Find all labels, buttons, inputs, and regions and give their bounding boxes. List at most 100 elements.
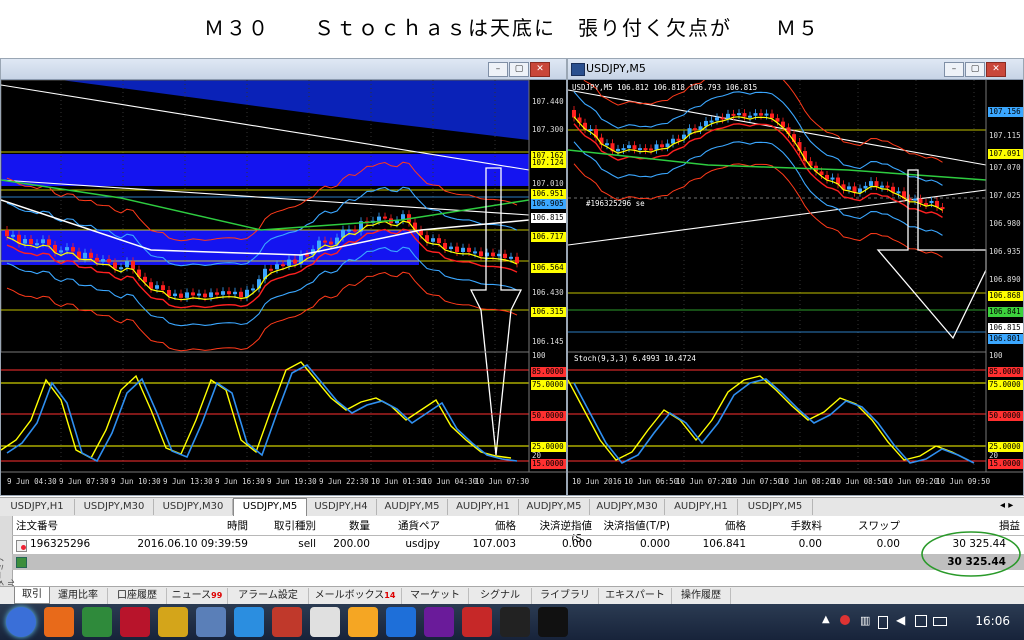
column-header[interactable]: スワップ <box>830 518 900 533</box>
price-label: 107.124 <box>531 158 566 168</box>
column-header[interactable]: 通貨ペア <box>390 518 440 533</box>
candle <box>23 239 27 244</box>
price-chart[interactable] <box>1 80 566 495</box>
chart-tab[interactable]: AUDJPY,M5 <box>377 499 448 515</box>
close-button[interactable]: ✕ <box>986 62 1006 77</box>
maximize-button[interactable]: ▢ <box>509 62 529 77</box>
window-titlebar[interactable]: USDJPY,M5 – ▢ ✕ <box>568 59 1023 80</box>
minimize-button[interactable]: – <box>488 62 508 77</box>
candle <box>65 247 69 251</box>
price-label: 106.815 <box>531 213 566 223</box>
balance-icon <box>16 557 27 568</box>
flag-icon[interactable] <box>840 615 850 625</box>
time-label: 10 Jun 2016 <box>572 477 622 486</box>
volume-icon[interactable]: ◀ <box>896 613 905 627</box>
candle <box>59 250 63 253</box>
candle <box>173 293 177 296</box>
terminal-tab[interactable]: 運用比率 <box>49 588 108 604</box>
time-label: 9 Jun 13:30 <box>163 477 213 486</box>
price-label: 106.815 <box>988 323 1023 333</box>
candle <box>880 185 884 188</box>
app-spectrum-icon[interactable] <box>424 607 454 637</box>
chart-window-usdjpy-m30[interactable]: – ▢ ✕ 107.440 107.300 107.162 107.124 107.01… <box>0 58 567 496</box>
maximize-button[interactable]: ▢ <box>965 62 985 77</box>
chart-window-usdjpy-m5[interactable]: USDJPY,M5 – ▢ ✕ USDJPY,M5 106.812 106.81… <box>567 58 1024 496</box>
clock[interactable]: 16:06 <box>975 614 1010 628</box>
order-commission: 0.00 <box>798 538 822 550</box>
terminal-tab[interactable]: 操作履歴 <box>672 588 731 604</box>
chart-tab[interactable]: AUDJPY,M5 <box>519 499 590 515</box>
chart-tab[interactable]: USDJPY,M30 <box>154 499 233 515</box>
order-type: sell <box>298 538 316 550</box>
column-header[interactable]: 手数料 <box>760 518 823 533</box>
price-chart[interactable] <box>568 80 1023 495</box>
window-titlebar[interactable]: – ▢ ✕ <box>1 59 566 80</box>
terminal-tab[interactable]: ライブラリ <box>532 588 599 604</box>
app-trader-icon[interactable] <box>272 607 302 637</box>
candle <box>847 186 851 190</box>
candle <box>479 251 483 257</box>
terminal-tab[interactable]: エキスパート <box>599 588 672 604</box>
column-header[interactable]: 注文番号 <box>16 518 58 533</box>
app-remote-icon[interactable] <box>196 607 226 637</box>
app-p-icon[interactable] <box>386 607 416 637</box>
terminal-tab[interactable]: マーケット <box>402 588 469 604</box>
terminal-tab[interactable]: アラーム設定 <box>228 588 309 604</box>
column-header[interactable]: 決済指値(T/P) <box>600 518 670 533</box>
chart-tab[interactable]: USDJPY,H1 <box>0 499 75 515</box>
candle <box>11 234 15 237</box>
keyboard-icon[interactable] <box>933 617 947 626</box>
minimize-button[interactable]: – <box>944 62 964 77</box>
price-label: 107.440 <box>532 97 564 106</box>
chart-tab[interactable]: USDJPY,H4 <box>306 499 377 515</box>
terminal-tab[interactable]: シグナル <box>469 588 532 604</box>
chart-tab[interactable]: AUDJPY,H1 <box>665 499 738 515</box>
app-q-icon[interactable] <box>348 607 378 637</box>
xm-icon[interactable] <box>500 607 530 637</box>
candle <box>643 148 648 151</box>
terminal-tab[interactable]: メールボックス14 <box>309 588 402 604</box>
order-id[interactable]: 196325296 <box>30 538 90 550</box>
start-icon[interactable] <box>6 607 36 637</box>
battery-icon[interactable] <box>878 616 888 629</box>
candle <box>233 291 237 295</box>
chart-tab[interactable]: AUDJPY,H1 <box>448 499 519 515</box>
kaspersky-icon[interactable] <box>120 607 150 637</box>
column-header[interactable]: 時間 <box>130 518 248 533</box>
terminal-icon[interactable] <box>538 607 568 637</box>
candle <box>119 267 123 270</box>
isw-icon[interactable] <box>82 607 112 637</box>
close-button[interactable]: ✕ <box>530 62 550 77</box>
price-label: 107.010 <box>532 179 564 188</box>
terminal-tab[interactable]: ニュース99 <box>167 588 228 604</box>
tab-scroll-icon[interactable]: ◂ ▸ <box>1000 500 1013 511</box>
terminal-tab[interactable]: 口座履歴 <box>108 588 167 604</box>
app-feather-icon[interactable] <box>158 607 188 637</box>
candle <box>155 285 159 289</box>
time-label: 10 Jun 08:50 <box>832 477 887 486</box>
candle <box>515 256 519 264</box>
chart-tab[interactable]: USDJPY,M30 <box>75 499 154 515</box>
order-symbol: usdjpy <box>405 538 440 550</box>
chart-tab[interactable]: USDJPY,M5 <box>233 498 307 517</box>
column-header[interactable]: 取引種別 <box>268 518 316 533</box>
app-chart-icon[interactable] <box>310 607 340 637</box>
internet-explorer-icon[interactable] <box>234 607 264 637</box>
tray-expand-icon[interactable]: ▲ <box>822 614 830 625</box>
column-header[interactable]: 価格 <box>460 518 516 533</box>
chart-tab[interactable]: USDJPY,M5 <box>738 499 813 515</box>
firefox-icon[interactable] <box>44 607 74 637</box>
terminal-tab[interactable]: 取引 <box>14 587 50 604</box>
price-label: 106.951 <box>531 189 566 199</box>
fxdd-icon[interactable] <box>462 607 492 637</box>
stochastic-signal <box>6 363 518 463</box>
network-icon[interactable]: ▥ <box>860 614 870 627</box>
balance-row[interactable] <box>12 554 1024 570</box>
stochastic-main <box>1 361 512 459</box>
column-header[interactable]: 数量 <box>320 518 370 533</box>
action-center-icon[interactable] <box>915 615 927 627</box>
chart-tab[interactable]: AUDJPY,M30 <box>590 499 665 515</box>
column-header[interactable]: 価格 <box>680 518 746 533</box>
order-time: 2016.06.10 09:39:59 <box>137 538 248 550</box>
terminal-tab-label: メールボックス <box>314 590 385 601</box>
